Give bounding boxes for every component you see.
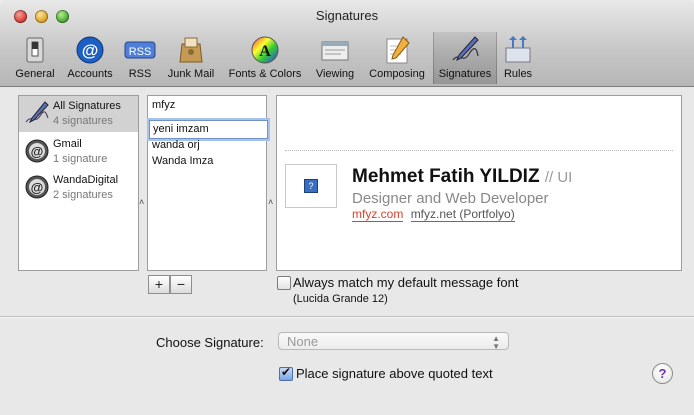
signature-links: mfyz.com mfyz.net (Portfolyo) — [352, 207, 515, 222]
toolbar-viewing[interactable]: Viewing — [312, 32, 358, 84]
junk-mail-icon — [179, 37, 203, 63]
signature-pen-icon — [452, 36, 479, 62]
signature-link-mfyz-net[interactable]: mfyz.net (Portfolyo) — [410, 207, 515, 222]
signatures-list[interactable]: mfyz wanda orj Wanda Imza — [147, 95, 268, 271]
signature-link-mfyz-com[interactable]: mfyz.com — [352, 207, 404, 222]
signature-item[interactable]: wanda orj — [151, 137, 200, 153]
toolbar-fonts-colors[interactable]: A Fonts & Colors — [224, 32, 306, 84]
signature-item[interactable]: mfyz — [151, 97, 175, 113]
toolbar-junk-mail[interactable]: Junk Mail — [163, 32, 219, 84]
pencil-paper-icon — [386, 36, 410, 64]
pane-divider — [0, 316, 694, 317]
account-item-wandadigital[interactable]: @ WandaDigital 2 signatures — [19, 170, 138, 206]
toolbar-rss[interactable]: RSS RSS — [122, 32, 158, 84]
svg-text:A: A — [259, 43, 271, 60]
column-resize-handle[interactable]: ˄ — [139, 197, 144, 207]
place-above-checkbox[interactable] — [279, 365, 293, 381]
toolbar-signatures[interactable]: Signatures — [433, 32, 497, 84]
match-font-checkbox[interactable] — [277, 276, 291, 290]
signature-pen-icon — [25, 101, 49, 124]
popup-arrows-icon: ▲ ▼ — [492, 334, 500, 351]
signature-name: Mehmet Fatih YILDIZ // UI — [352, 166, 573, 187]
svg-text:@: @ — [82, 41, 99, 60]
missing-image-icon: ? — [304, 179, 318, 193]
svg-text:@: @ — [31, 180, 44, 195]
svg-text:RSS: RSS — [129, 46, 152, 58]
at-sign-icon: @ — [25, 139, 49, 163]
place-above-label[interactable]: Place signature above quoted text — [296, 366, 493, 381]
choose-signature-label: Choose Signature: — [156, 335, 264, 350]
window-title: Signatures — [315, 8, 379, 23]
toolbar-composing[interactable]: Composing — [364, 32, 430, 84]
svg-text:@: @ — [31, 144, 44, 159]
remove-signature-button[interactable]: − — [170, 275, 192, 294]
rules-arrows-icon — [505, 36, 531, 63]
match-font-label[interactable]: Always match my default message font — [293, 275, 518, 290]
accounts-list[interactable]: All Signatures 4 signatures @ Gmail 1 si… — [18, 95, 139, 271]
switch-icon — [26, 37, 44, 63]
help-button[interactable]: ? — [652, 363, 673, 384]
signature-preview[interactable]: ? Mehmet Fatih YILDIZ // UI Designer and… — [276, 95, 682, 271]
account-item-gmail[interactable]: @ Gmail 1 signature — [19, 134, 138, 170]
toolbar-rules[interactable]: Rules — [500, 32, 536, 84]
preview-separator — [285, 150, 673, 151]
choose-signature-popup[interactable]: None ▲ ▼ — [278, 332, 509, 351]
signature-title: Designer and Web Developer — [352, 190, 549, 207]
viewing-icon — [321, 41, 349, 61]
signature-image-placeholder: ? — [285, 164, 337, 208]
preferences-toolbar: Signatures General @ Accounts RSS RSS Ju… — [0, 0, 694, 87]
account-item-all-signatures[interactable]: All Signatures 4 signatures — [19, 96, 138, 132]
signature-item[interactable]: Wanda Imza — [151, 153, 213, 169]
add-signature-button[interactable]: + — [148, 275, 170, 294]
mail-preferences-window: Signatures General @ Accounts RSS RSS Ju… — [0, 0, 694, 415]
rss-badge-icon: RSS — [124, 41, 156, 59]
at-sign-icon: @ — [25, 175, 49, 199]
signature-name-suffix: // UI — [544, 169, 573, 186]
at-sign-icon: @ — [76, 36, 104, 64]
column-resize-handle[interactable]: ˄ — [268, 197, 273, 207]
toolbar-general[interactable]: General — [12, 32, 58, 84]
signatures-pane: All Signatures 4 signatures @ Gmail 1 si… — [0, 87, 694, 415]
toolbar-accounts[interactable]: @ Accounts — [63, 32, 117, 84]
font-color-icon: A — [251, 36, 279, 64]
default-font-note: (Lucida Grande 12) — [293, 293, 388, 305]
